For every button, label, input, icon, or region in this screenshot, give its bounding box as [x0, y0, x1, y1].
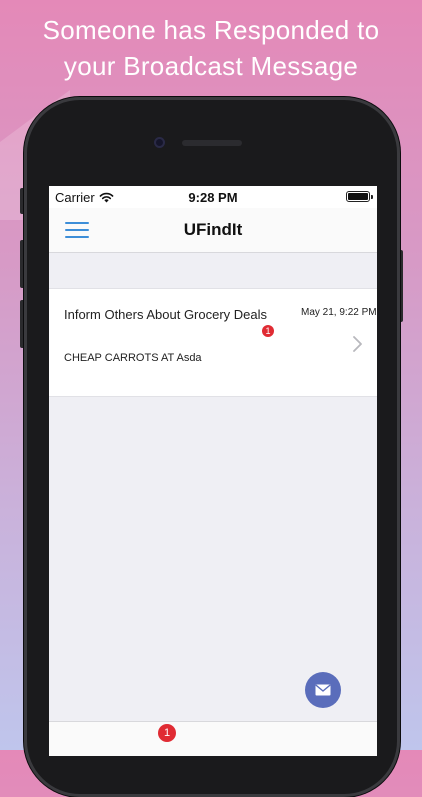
- compose-message-button[interactable]: [305, 672, 341, 708]
- envelope-icon: [315, 684, 331, 696]
- unread-badge: 1: [262, 325, 274, 337]
- tab-notification-badge[interactable]: 1: [158, 724, 176, 742]
- headline-line-1: Someone has Responded to: [42, 15, 380, 45]
- message-preview: CHEAP CARROTS AT Asda: [64, 352, 202, 364]
- navigation-bar: UFindIt: [49, 208, 377, 253]
- earpiece-speaker: [182, 140, 242, 146]
- tab-bar: 1: [49, 721, 377, 756]
- status-time: 9:28 PM: [188, 190, 238, 205]
- promo-headline: Someone has Responded to your Broadcast …: [0, 12, 422, 84]
- message-list-item[interactable]: Inform Others About Grocery Deals May 21…: [49, 288, 377, 397]
- app-screen: Carrier 9:28 PM UFindIt Inform Others Ab…: [49, 186, 377, 756]
- message-date: May 21, 9:22 PM: [301, 307, 377, 318]
- page-title: UFindIt: [183, 220, 243, 239]
- status-bar: Carrier 9:28 PM: [49, 186, 377, 208]
- front-camera: [154, 137, 165, 148]
- headline-line-2: your Broadcast Message: [63, 51, 359, 81]
- message-title: Inform Others About Grocery Deals: [64, 307, 268, 322]
- chevron-right-icon: [353, 336, 362, 352]
- battery-icon: [346, 191, 373, 202]
